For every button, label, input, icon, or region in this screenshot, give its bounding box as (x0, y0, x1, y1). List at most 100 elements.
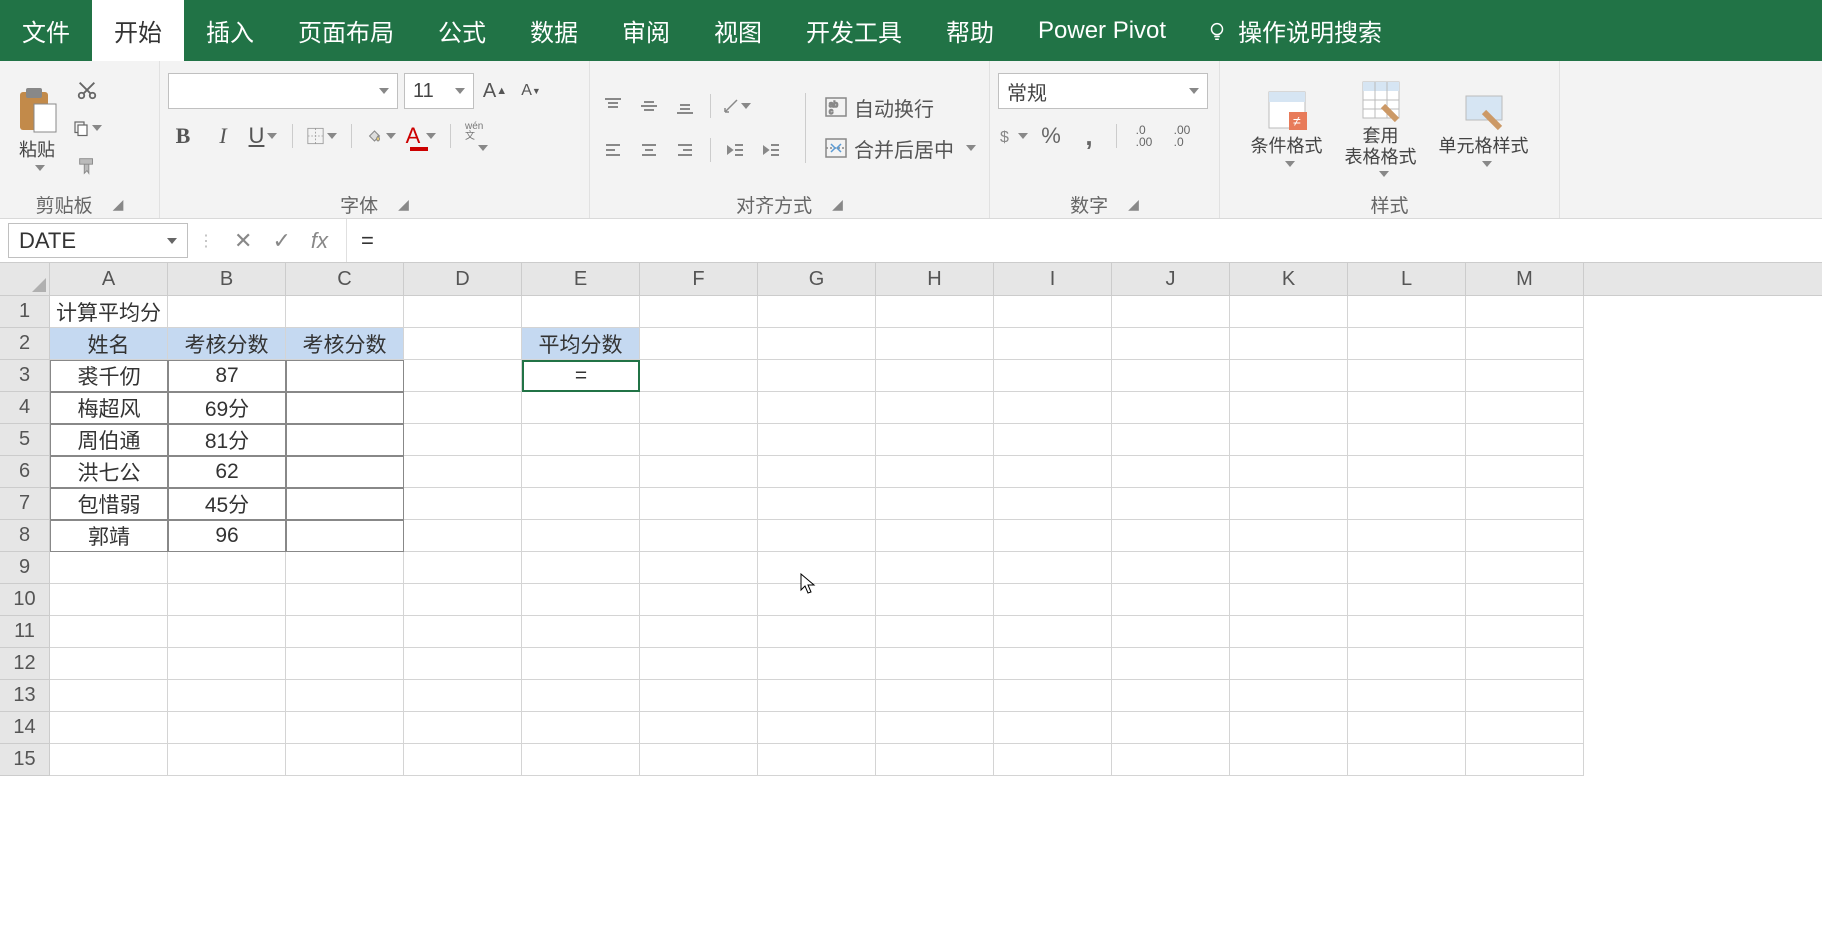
cell-C4[interactable] (286, 392, 404, 424)
cell-L7[interactable] (1348, 488, 1466, 520)
cell-A3[interactable]: 裘千仞 (50, 360, 168, 392)
tab-review[interactable]: 审阅 (600, 0, 692, 61)
formula-input[interactable]: = (347, 219, 1822, 262)
number-format-combo[interactable]: 常规 (998, 73, 1208, 109)
align-right-button[interactable] (670, 135, 700, 165)
insert-function-button[interactable]: fx (311, 228, 328, 254)
cancel-formula-button[interactable]: ✕ (234, 228, 252, 254)
cell-B11[interactable] (168, 616, 286, 648)
tab-view[interactable]: 视图 (692, 0, 784, 61)
cell-K11[interactable] (1230, 616, 1348, 648)
cell-I7[interactable] (994, 488, 1112, 520)
cell-E2[interactable]: 平均分数 (522, 328, 640, 360)
increase-font-button[interactable]: A▲ (480, 76, 510, 106)
align-middle-button[interactable] (634, 91, 664, 121)
cell-C8[interactable] (286, 520, 404, 552)
cell-J6[interactable] (1112, 456, 1230, 488)
cell-F15[interactable] (640, 744, 758, 776)
cell-D1[interactable] (404, 296, 522, 328)
cell-M8[interactable] (1466, 520, 1584, 552)
cell-E1[interactable] (522, 296, 640, 328)
cell-J15[interactable] (1112, 744, 1230, 776)
column-header-G[interactable]: G (758, 263, 876, 295)
cell-D14[interactable] (404, 712, 522, 744)
cell-L6[interactable] (1348, 456, 1466, 488)
cell-J12[interactable] (1112, 648, 1230, 680)
cell-I8[interactable] (994, 520, 1112, 552)
cell-H5[interactable] (876, 424, 994, 456)
column-header-M[interactable]: M (1466, 263, 1584, 295)
cell-G7[interactable] (758, 488, 876, 520)
tab-power-pivot[interactable]: Power Pivot (1016, 0, 1188, 61)
cell-H1[interactable] (876, 296, 994, 328)
column-header-B[interactable]: B (168, 263, 286, 295)
phonetic-guide-button[interactable]: wén 文 (465, 121, 495, 151)
cell-F5[interactable] (640, 424, 758, 456)
cell-styles-button[interactable]: 单元格样式 (1433, 86, 1535, 169)
column-header-F[interactable]: F (640, 263, 758, 295)
row-header-6[interactable]: 6 (0, 456, 50, 488)
cell-K12[interactable] (1230, 648, 1348, 680)
cell-B9[interactable] (168, 552, 286, 584)
cell-B4[interactable]: 69分 (168, 392, 286, 424)
cell-M6[interactable] (1466, 456, 1584, 488)
merge-center-button[interactable]: 合并后居中 (824, 134, 976, 163)
cell-C12[interactable] (286, 648, 404, 680)
cell-G4[interactable] (758, 392, 876, 424)
decrease-decimal-button[interactable]: .00.0 (1167, 121, 1197, 151)
cell-K9[interactable] (1230, 552, 1348, 584)
cell-B13[interactable] (168, 680, 286, 712)
cell-I13[interactable] (994, 680, 1112, 712)
cell-M1[interactable] (1466, 296, 1584, 328)
column-header-I[interactable]: I (994, 263, 1112, 295)
cell-M13[interactable] (1466, 680, 1584, 712)
cell-J5[interactable] (1112, 424, 1230, 456)
cell-L10[interactable] (1348, 584, 1466, 616)
row-header-13[interactable]: 13 (0, 680, 50, 712)
cell-M10[interactable] (1466, 584, 1584, 616)
row-header-15[interactable]: 15 (0, 744, 50, 776)
italic-button[interactable]: I (208, 121, 238, 151)
cell-K7[interactable] (1230, 488, 1348, 520)
row-header-3[interactable]: 3 (0, 360, 50, 392)
cell-J8[interactable] (1112, 520, 1230, 552)
name-box[interactable]: DATE (8, 223, 188, 258)
cell-D6[interactable] (404, 456, 522, 488)
cell-C6[interactable] (286, 456, 404, 488)
cell-M15[interactable] (1466, 744, 1584, 776)
cell-B5[interactable]: 81分 (168, 424, 286, 456)
cell-M5[interactable] (1466, 424, 1584, 456)
cell-B14[interactable] (168, 712, 286, 744)
cell-C1[interactable] (286, 296, 404, 328)
cell-F14[interactable] (640, 712, 758, 744)
font-size-combo[interactable]: 11 (404, 73, 474, 109)
cell-D12[interactable] (404, 648, 522, 680)
accounting-format-button[interactable]: $ (998, 121, 1028, 151)
cell-A8[interactable]: 郭靖 (50, 520, 168, 552)
cell-A15[interactable] (50, 744, 168, 776)
cell-L14[interactable] (1348, 712, 1466, 744)
cell-C11[interactable] (286, 616, 404, 648)
format-as-table-button[interactable]: 套用 表格格式 (1339, 76, 1423, 179)
cell-F11[interactable] (640, 616, 758, 648)
align-bottom-button[interactable] (670, 91, 700, 121)
cell-F10[interactable] (640, 584, 758, 616)
cell-J14[interactable] (1112, 712, 1230, 744)
cell-L8[interactable] (1348, 520, 1466, 552)
cell-G8[interactable] (758, 520, 876, 552)
cell-A5[interactable]: 周伯通 (50, 424, 168, 456)
cell-D7[interactable] (404, 488, 522, 520)
cell-C9[interactable] (286, 552, 404, 584)
cell-C14[interactable] (286, 712, 404, 744)
cell-A6[interactable]: 洪七公 (50, 456, 168, 488)
font-name-combo[interactable] (168, 73, 398, 109)
cell-D5[interactable] (404, 424, 522, 456)
cell-K4[interactable] (1230, 392, 1348, 424)
cell-D13[interactable] (404, 680, 522, 712)
tab-formulas[interactable]: 公式 (416, 0, 508, 61)
conditional-formatting-button[interactable]: ≠ 条件格式 (1245, 86, 1329, 169)
cell-L5[interactable] (1348, 424, 1466, 456)
cell-E6[interactable] (522, 456, 640, 488)
paste-button[interactable]: 粘贴 (8, 82, 66, 173)
cell-K15[interactable] (1230, 744, 1348, 776)
